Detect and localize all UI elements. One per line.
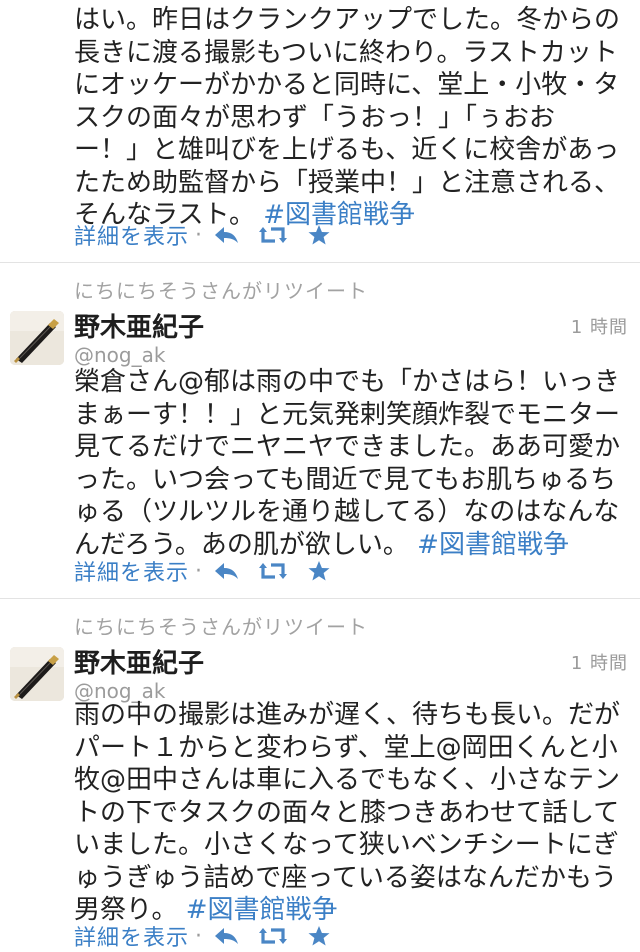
- tweet-timestamp: 1 時間: [570, 317, 628, 338]
- tweet-actions: 詳細を表示 ·: [74, 921, 350, 951]
- star-icon[interactable]: [304, 556, 334, 586]
- show-details-link[interactable]: 詳細を表示: [74, 219, 189, 251]
- tweet[interactable]: にちにちそうさんがリツイート 野木亜紀子 @nog_ak 1 時間 榮倉さん@郁…: [0, 262, 640, 598]
- avatar[interactable]: [10, 311, 64, 365]
- separator-dot: ·: [195, 558, 203, 584]
- author-name[interactable]: 野木亜紀子: [74, 643, 204, 680]
- hashtag-link[interactable]: #図書館戦争: [417, 530, 569, 560]
- tweet[interactable]: はい。昨日はクランクアップでした。冬からの 長きに渡る撮影もついに終わり。ラスト…: [0, 0, 640, 262]
- author-name[interactable]: 野木亜紀子: [74, 307, 204, 344]
- retweeted-by-label: にちにちそうさんがリツイート: [74, 615, 368, 639]
- reply-icon[interactable]: [212, 220, 242, 250]
- reply-icon[interactable]: [212, 921, 242, 951]
- tweet-text: 榮倉さん@郁は雨の中でも「かさはら！いっき まぁーす！！」と元気発剌笑顔炸裂でモ…: [74, 367, 621, 560]
- reply-icon[interactable]: [212, 556, 242, 586]
- tweet-actions: 詳細を表示 ·: [74, 220, 350, 250]
- author-handle: @nog_ak: [74, 343, 166, 367]
- tweet-text: はい。昨日はクランクアップでした。冬からの 長きに渡る撮影もついに終わり。ラスト…: [74, 5, 621, 230]
- separator-dot: ·: [195, 923, 203, 949]
- timeline: はい。昨日はクランクアップでした。冬からの 長きに渡る撮影もついに終わり。ラスト…: [0, 0, 640, 951]
- avatar[interactable]: [10, 647, 64, 701]
- tweet-timestamp: 1 時間: [570, 653, 628, 674]
- star-icon[interactable]: [304, 220, 334, 250]
- tweet[interactable]: にちにちそうさんがリツイート 野木亜紀子 @nog_ak 1 時間 雨の中の撮影…: [0, 598, 640, 951]
- star-icon[interactable]: [304, 921, 334, 951]
- retweet-icon[interactable]: [258, 921, 288, 951]
- separator-dot: ·: [195, 222, 203, 248]
- retweet-icon[interactable]: [258, 220, 288, 250]
- retweeted-by-label: にちにちそうさんがリツイート: [74, 279, 368, 303]
- retweet-icon[interactable]: [258, 556, 288, 586]
- tweet-text: 雨の中の撮影は進みが遅く、待ちも長い。だが パート１からと変わらず、堂上@岡田く…: [74, 700, 621, 925]
- show-details-link[interactable]: 詳細を表示: [74, 555, 189, 587]
- show-details-link[interactable]: 詳細を表示: [74, 920, 189, 952]
- tweet-actions: 詳細を表示 ·: [74, 556, 350, 586]
